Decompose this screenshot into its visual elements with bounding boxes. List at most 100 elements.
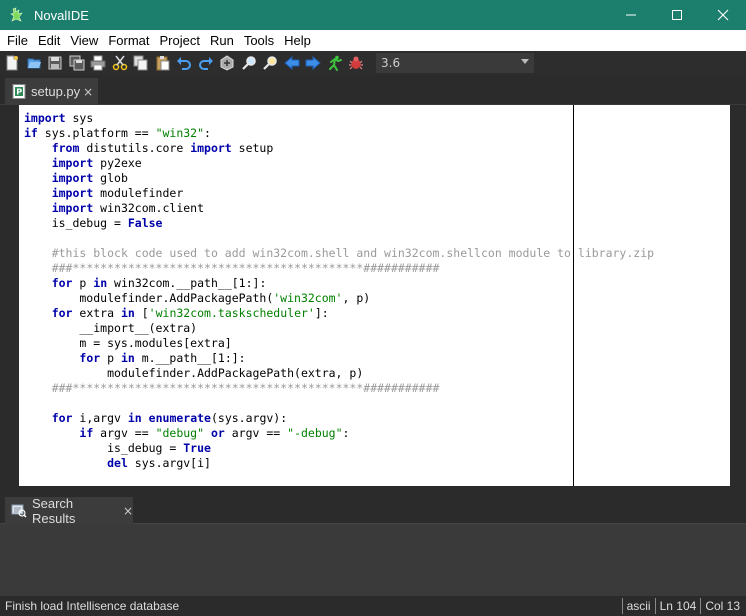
code-line: del sys.argv[i] <box>24 456 211 471</box>
string-token: 'win32com' <box>273 291 343 305</box>
search-tab-close-icon[interactable]: × <box>123 504 133 518</box>
window-controls <box>608 0 746 30</box>
save-all-icon[interactable] <box>69 55 85 71</box>
menu-project[interactable]: Project <box>154 30 204 51</box>
interpreter-version: 3.6 <box>381 56 401 70</box>
menu-edit[interactable]: Edit <box>33 30 65 51</box>
keyword-token: in <box>120 306 135 320</box>
status-message: Finish load Intellisence database <box>5 599 180 613</box>
cut-icon[interactable] <box>112 55 128 71</box>
minimize-button[interactable] <box>608 0 654 30</box>
code-token: , p) <box>342 291 371 305</box>
build-icon[interactable] <box>219 55 235 71</box>
undo-icon[interactable] <box>176 55 192 71</box>
keyword-token: del <box>107 456 128 470</box>
paste-icon[interactable] <box>155 55 171 71</box>
code-line: import win32com.client <box>24 201 204 216</box>
search-results-pane[interactable] <box>0 524 746 596</box>
right-margin-guide <box>573 105 574 486</box>
code-line: modulefinder.AddPackagePath(extra, p) <box>24 366 363 381</box>
new-file-icon[interactable] <box>4 55 20 71</box>
keyword-token: in <box>120 351 135 365</box>
code-line: is_debug = False <box>24 216 163 231</box>
keyword-token: or <box>210 426 225 440</box>
replace-icon[interactable] <box>262 55 278 71</box>
maximize-icon <box>672 10 682 20</box>
close-button[interactable] <box>700 0 746 30</box>
code-token: __import__(extra) <box>24 321 198 335</box>
code-token: is_debug = <box>24 216 128 230</box>
keyword-token: import <box>51 186 94 200</box>
forward-icon[interactable] <box>305 55 321 71</box>
string-token: "-debug" <box>287 426 343 440</box>
close-icon <box>717 9 729 21</box>
tab-setup-py[interactable]: P setup.py × <box>5 78 98 105</box>
code-token: is_debug = <box>24 441 184 455</box>
code-editor[interactable]: import sys if sys.platform == "win32": fr… <box>19 105 730 486</box>
python-file-icon: P <box>12 84 26 99</box>
status-bar: Finish load Intellisence database ascii … <box>0 596 746 616</box>
status-encoding: ascii <box>621 598 655 614</box>
title-bar: NovalIDE <box>0 0 746 30</box>
interpreter-select[interactable]: 3.6 <box>376 53 534 73</box>
comment-token: ###*************************************… <box>51 381 440 395</box>
search-results-icon <box>11 504 27 518</box>
open-file-icon[interactable] <box>26 55 42 71</box>
search-tab-label: Search Results <box>31 495 76 526</box>
keyword-token: import <box>190 141 232 155</box>
back-icon[interactable] <box>283 55 300 71</box>
maximize-button[interactable] <box>654 0 700 30</box>
menu-run[interactable]: Run <box>205 30 239 51</box>
print-icon[interactable] <box>90 55 106 71</box>
code-token: i,argv <box>72 411 128 425</box>
run-icon[interactable] <box>327 55 343 71</box>
menu-file[interactable]: File <box>2 30 33 51</box>
keyword-token: if <box>24 126 38 140</box>
save-icon[interactable] <box>47 55 63 71</box>
keyword-token: import <box>51 201 94 215</box>
code-token: p <box>100 351 121 365</box>
minimize-icon <box>626 14 636 16</box>
code-line: import modulefinder <box>24 186 184 201</box>
keyword-token: for <box>79 351 101 365</box>
code-line: __import__(extra) <box>24 321 197 336</box>
menu-help[interactable]: Help <box>279 30 316 51</box>
code-token: distutils.core <box>79 141 191 155</box>
debug-icon[interactable] <box>348 55 364 71</box>
redo-icon[interactable] <box>198 55 214 71</box>
menu-tools[interactable]: Tools <box>239 30 279 51</box>
code-token: sys.argv[i] <box>127 456 211 470</box>
find-icon[interactable] <box>241 55 257 71</box>
keyword-token: for <box>51 276 73 290</box>
menu-format[interactable]: Format <box>103 30 154 51</box>
code-token: modulefinder.AddPackagePath(extra, p) <box>24 366 364 380</box>
menu-view[interactable]: View <box>65 30 103 51</box>
code-line: for p in win32com.__path__[1:]: <box>24 276 267 291</box>
code-token: sys.platform == <box>37 126 156 140</box>
code-token: setup <box>231 141 274 155</box>
code-line: if argv == "debug" or argv == "-debug": <box>24 426 349 441</box>
keyword-token: for <box>51 306 73 320</box>
code-token: extra <box>72 306 121 320</box>
code-token: m = sys.modules[extra] <box>24 336 232 350</box>
tab-search-results[interactable]: Search Results × <box>5 495 133 526</box>
tab-close-icon[interactable]: × <box>83 85 93 99</box>
tab-label: setup.py <box>31 84 81 99</box>
copy-icon[interactable] <box>133 55 149 71</box>
string-token: "win32" <box>155 126 205 140</box>
code-token: argv == <box>93 426 156 440</box>
code-token: py2exe <box>93 156 142 170</box>
code-line: ###*************************************… <box>24 381 440 396</box>
keyword-token: for <box>51 411 73 425</box>
code-line: import sys <box>24 111 93 126</box>
keyword-token: in <box>127 411 142 425</box>
string-token: "debug" <box>155 426 205 440</box>
code-line: if sys.platform == "win32": <box>24 126 211 141</box>
